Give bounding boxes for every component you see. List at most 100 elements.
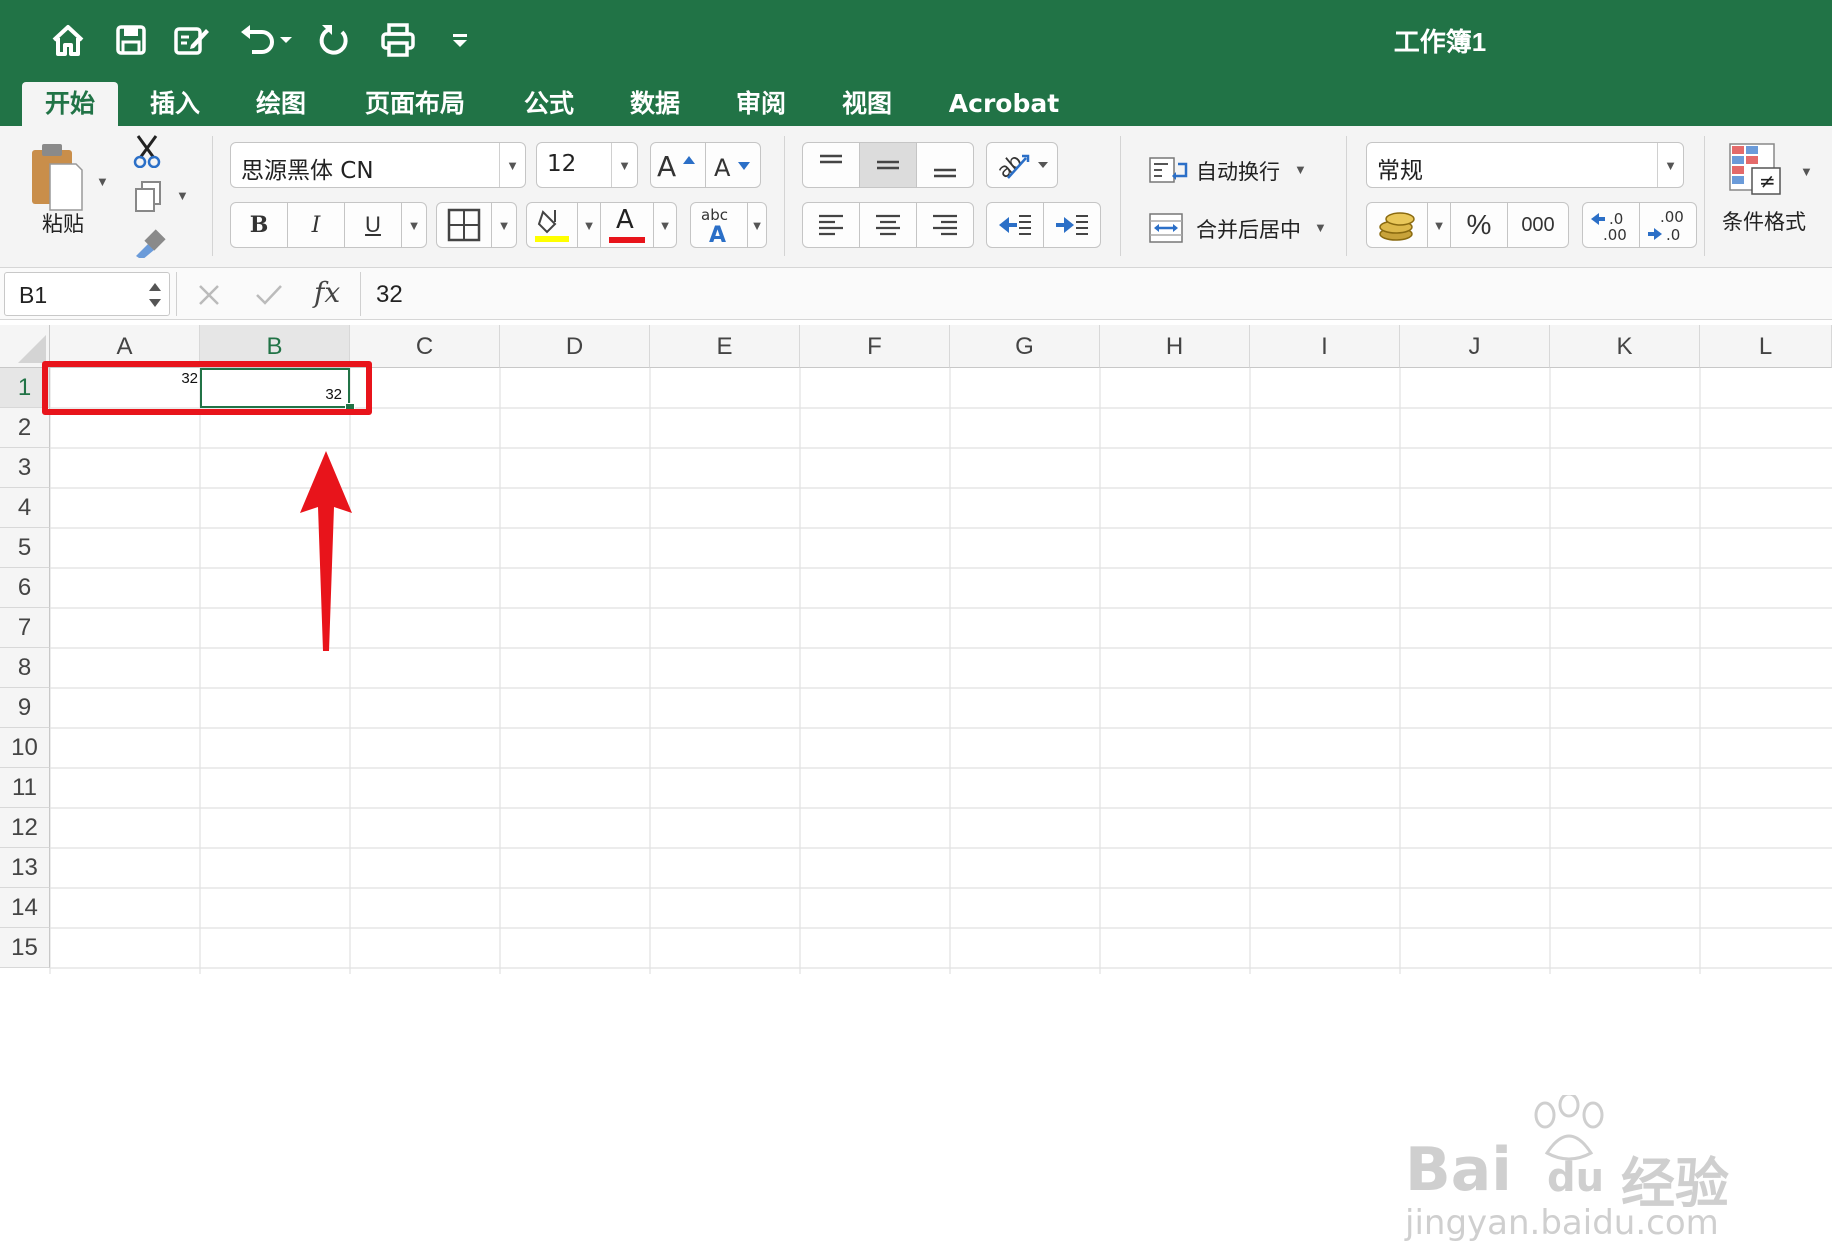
borders-button[interactable] xyxy=(436,202,492,248)
spreadsheet-grid: A B C D E F G H I J K L 1 2 3 4 5 6 7 8 … xyxy=(0,325,1832,1243)
row-header-15[interactable]: 15 xyxy=(0,928,50,968)
format-painter-icon[interactable] xyxy=(132,226,166,258)
align-bottom-button[interactable] xyxy=(916,142,974,188)
column-header-i[interactable]: I xyxy=(1250,325,1400,368)
tab-acrobat[interactable]: Acrobat xyxy=(934,82,1074,126)
svg-text:.00: .00 xyxy=(1603,226,1627,243)
ribbon-separator xyxy=(1346,136,1347,256)
row-header-10[interactable]: 10 xyxy=(0,728,50,768)
wrap-text-dropdown-icon[interactable]: ▼ xyxy=(1294,162,1307,177)
font-color-button[interactable]: A xyxy=(600,202,654,248)
align-right-button[interactable] xyxy=(916,202,974,248)
row-header-6[interactable]: 6 xyxy=(0,568,50,608)
row-header-9[interactable]: 9 xyxy=(0,688,50,728)
increase-font-size-button[interactable]: A xyxy=(650,142,706,188)
column-header-f[interactable]: F xyxy=(800,325,950,368)
name-box[interactable]: B1 xyxy=(4,272,170,316)
number-format-select[interactable]: 常规 ▼ xyxy=(1366,142,1684,188)
align-top-button[interactable] xyxy=(802,142,860,188)
cut-icon[interactable] xyxy=(132,134,162,168)
align-left-button[interactable] xyxy=(802,202,860,248)
accounting-format-dropdown[interactable]: ▼ xyxy=(1427,202,1451,248)
document-title: 工作簿1 xyxy=(1393,27,1487,57)
row-header-12[interactable]: 12 xyxy=(0,808,50,848)
watermark-url: jingyan.baidu.com xyxy=(1405,1203,1719,1243)
tab-view[interactable]: 视图 xyxy=(822,82,912,126)
fill-color-dropdown[interactable]: ▼ xyxy=(577,202,601,248)
confirm-icon[interactable] xyxy=(254,282,284,308)
orientation-button[interactable]: ab xyxy=(986,142,1058,188)
merge-center-dropdown-icon[interactable]: ▼ xyxy=(1314,220,1327,235)
formula-bar: B1 fx 32 xyxy=(0,268,1832,320)
row-header-5[interactable]: 5 xyxy=(0,528,50,568)
row-header-4[interactable]: 4 xyxy=(0,488,50,528)
save-icon[interactable] xyxy=(110,18,152,62)
bold-button[interactable]: B xyxy=(230,202,288,248)
chevron-down-icon: ▼ xyxy=(407,217,421,233)
align-center-icon xyxy=(876,214,900,236)
fill-color-icon xyxy=(535,210,569,242)
copy-dropdown-icon[interactable]: ▼ xyxy=(176,188,189,203)
column-header-c[interactable]: C xyxy=(350,325,500,368)
borders-dropdown[interactable]: ▼ xyxy=(491,202,517,248)
paste-button[interactable]: ▼ xyxy=(24,138,114,214)
underline-dropdown[interactable]: ▼ xyxy=(401,202,427,248)
home-icon[interactable] xyxy=(46,18,90,62)
wrap-text-button[interactable]: 自动换行 ▼ xyxy=(1148,152,1308,188)
column-header-j[interactable]: J xyxy=(1400,325,1550,368)
column-header-l[interactable]: L xyxy=(1700,325,1832,368)
print-icon[interactable] xyxy=(376,18,420,62)
tab-formulas[interactable]: 公式 xyxy=(504,82,594,126)
tab-page-layout[interactable]: 页面布局 xyxy=(350,82,480,126)
undo-icon[interactable] xyxy=(236,18,294,62)
font-name-select[interactable]: 思源黑体 CN ▼ xyxy=(230,142,526,188)
merge-center-button[interactable]: 合并后居中 ▼ xyxy=(1148,210,1328,246)
decrease-decimal-button[interactable]: .00.0 xyxy=(1639,202,1697,248)
tab-review[interactable]: 审阅 xyxy=(716,82,806,126)
phonetic-dropdown[interactable]: ▼ xyxy=(747,202,767,248)
row-header-14[interactable]: 14 xyxy=(0,888,50,928)
column-header-d[interactable]: D xyxy=(500,325,650,368)
name-box-stepper-icon[interactable] xyxy=(147,279,163,311)
conditional-format-button[interactable]: ≠ ▼ 条件格式 xyxy=(1722,142,1818,252)
copy-button[interactable]: ▼ xyxy=(134,180,190,214)
column-header-h[interactable]: H xyxy=(1100,325,1250,368)
underline-button[interactable]: U xyxy=(344,202,402,248)
watermark-brand: Bai xyxy=(1405,1135,1512,1205)
row-header-7[interactable]: 7 xyxy=(0,608,50,648)
increase-decimal-button[interactable]: .0.00 xyxy=(1582,202,1640,248)
edit-icon[interactable] xyxy=(170,18,214,62)
row-header-11[interactable]: 11 xyxy=(0,768,50,808)
row-header-13[interactable]: 13 xyxy=(0,848,50,888)
align-right-icon xyxy=(933,214,957,236)
insert-function-button[interactable]: fx xyxy=(314,276,340,309)
chevron-down-icon: ▼ xyxy=(582,217,596,233)
phonetic-button[interactable]: abc A xyxy=(690,202,748,248)
redo-icon[interactable] xyxy=(312,18,356,62)
decrease-indent-button[interactable] xyxy=(986,202,1044,248)
tab-draw[interactable]: 绘图 xyxy=(236,82,326,126)
percent-style-button[interactable]: % xyxy=(1450,202,1508,248)
font-size-select[interactable]: 12 ▼ xyxy=(536,142,638,188)
row-header-3[interactable]: 3 xyxy=(0,448,50,488)
align-middle-button[interactable] xyxy=(859,142,917,188)
accounting-format-button[interactable] xyxy=(1366,202,1428,248)
comma-style-button[interactable]: 000 xyxy=(1507,202,1569,248)
customize-icon[interactable] xyxy=(448,18,472,62)
tab-data[interactable]: 数据 xyxy=(610,82,700,126)
increase-indent-button[interactable] xyxy=(1043,202,1101,248)
tab-home[interactable]: 开始 xyxy=(22,82,118,126)
italic-button[interactable]: I xyxy=(287,202,345,248)
decrease-font-size-button[interactable]: A xyxy=(705,142,761,188)
fill-color-button[interactable] xyxy=(526,202,578,248)
cancel-icon[interactable] xyxy=(196,282,222,308)
row-header-8[interactable]: 8 xyxy=(0,648,50,688)
tab-insert[interactable]: 插入 xyxy=(130,82,220,126)
paste-dropdown-icon[interactable]: ▼ xyxy=(96,174,109,189)
column-header-e[interactable]: E xyxy=(650,325,800,368)
font-color-dropdown[interactable]: ▼ xyxy=(653,202,677,248)
column-header-g[interactable]: G xyxy=(950,325,1100,368)
formula-input[interactable]: 32 xyxy=(376,281,403,309)
align-center-button[interactable] xyxy=(859,202,917,248)
column-header-k[interactable]: K xyxy=(1550,325,1700,368)
